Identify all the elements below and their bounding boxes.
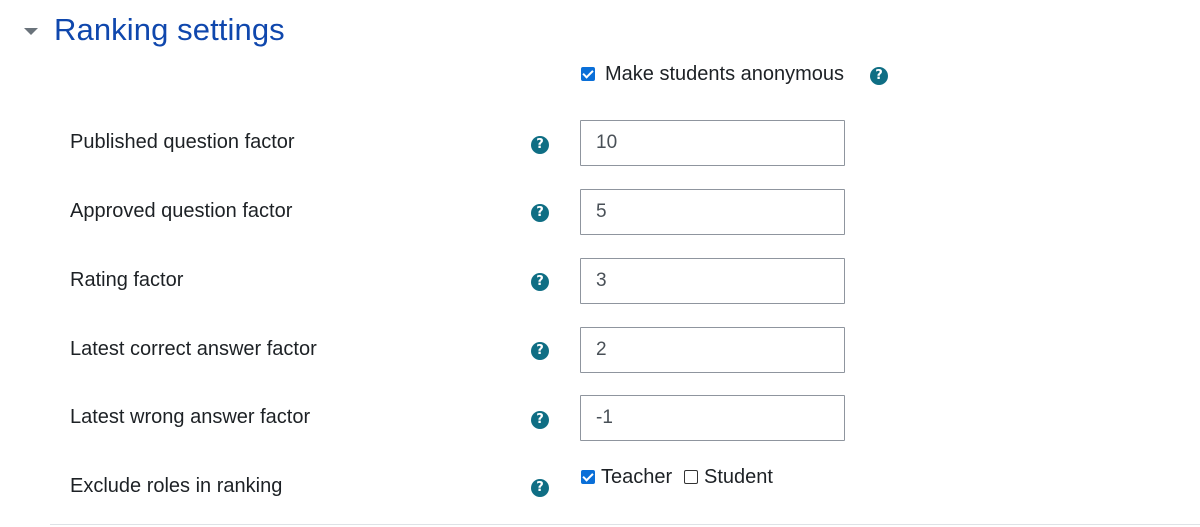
exclude-roles-label: Exclude roles in ranking <box>70 475 283 497</box>
caret-down-icon[interactable] <box>24 27 38 35</box>
anonymous-label[interactable]: Make students anonymous <box>605 63 844 86</box>
section-divider <box>50 524 1200 525</box>
approved-factor-input[interactable] <box>580 189 845 235</box>
approved-factor-label: Approved question factor <box>70 200 293 222</box>
help-icon[interactable]: ? <box>531 136 549 154</box>
student-role-checkbox[interactable] <box>684 470 698 484</box>
correct-answer-factor-label: Latest correct answer factor <box>70 338 317 360</box>
teacher-role-checkbox[interactable] <box>581 470 595 484</box>
rating-factor-input[interactable] <box>580 258 845 304</box>
wrong-answer-factor-label: Latest wrong answer factor <box>70 406 311 428</box>
published-factor-input[interactable] <box>580 120 845 166</box>
section-toggle[interactable]: Ranking settings <box>20 8 285 52</box>
help-icon[interactable]: ? <box>531 342 549 360</box>
help-icon[interactable]: ? <box>531 479 549 497</box>
wrong-answer-factor-input[interactable] <box>580 395 845 441</box>
student-role-label[interactable]: Student <box>704 466 773 489</box>
help-icon[interactable]: ? <box>870 67 888 85</box>
rating-factor-label: Rating factor <box>70 269 184 291</box>
help-icon[interactable]: ? <box>531 273 549 291</box>
form-root: Ranking settings Make students anonymous… <box>0 0 1200 527</box>
help-icon[interactable]: ? <box>531 204 549 222</box>
section-title: Ranking settings <box>54 12 285 47</box>
correct-answer-factor-input[interactable] <box>580 327 845 373</box>
published-factor-label: Published question factor <box>70 131 295 153</box>
anonymous-checkbox[interactable] <box>581 67 595 81</box>
teacher-role-label[interactable]: Teacher <box>601 466 672 489</box>
help-icon[interactable]: ? <box>531 411 549 429</box>
